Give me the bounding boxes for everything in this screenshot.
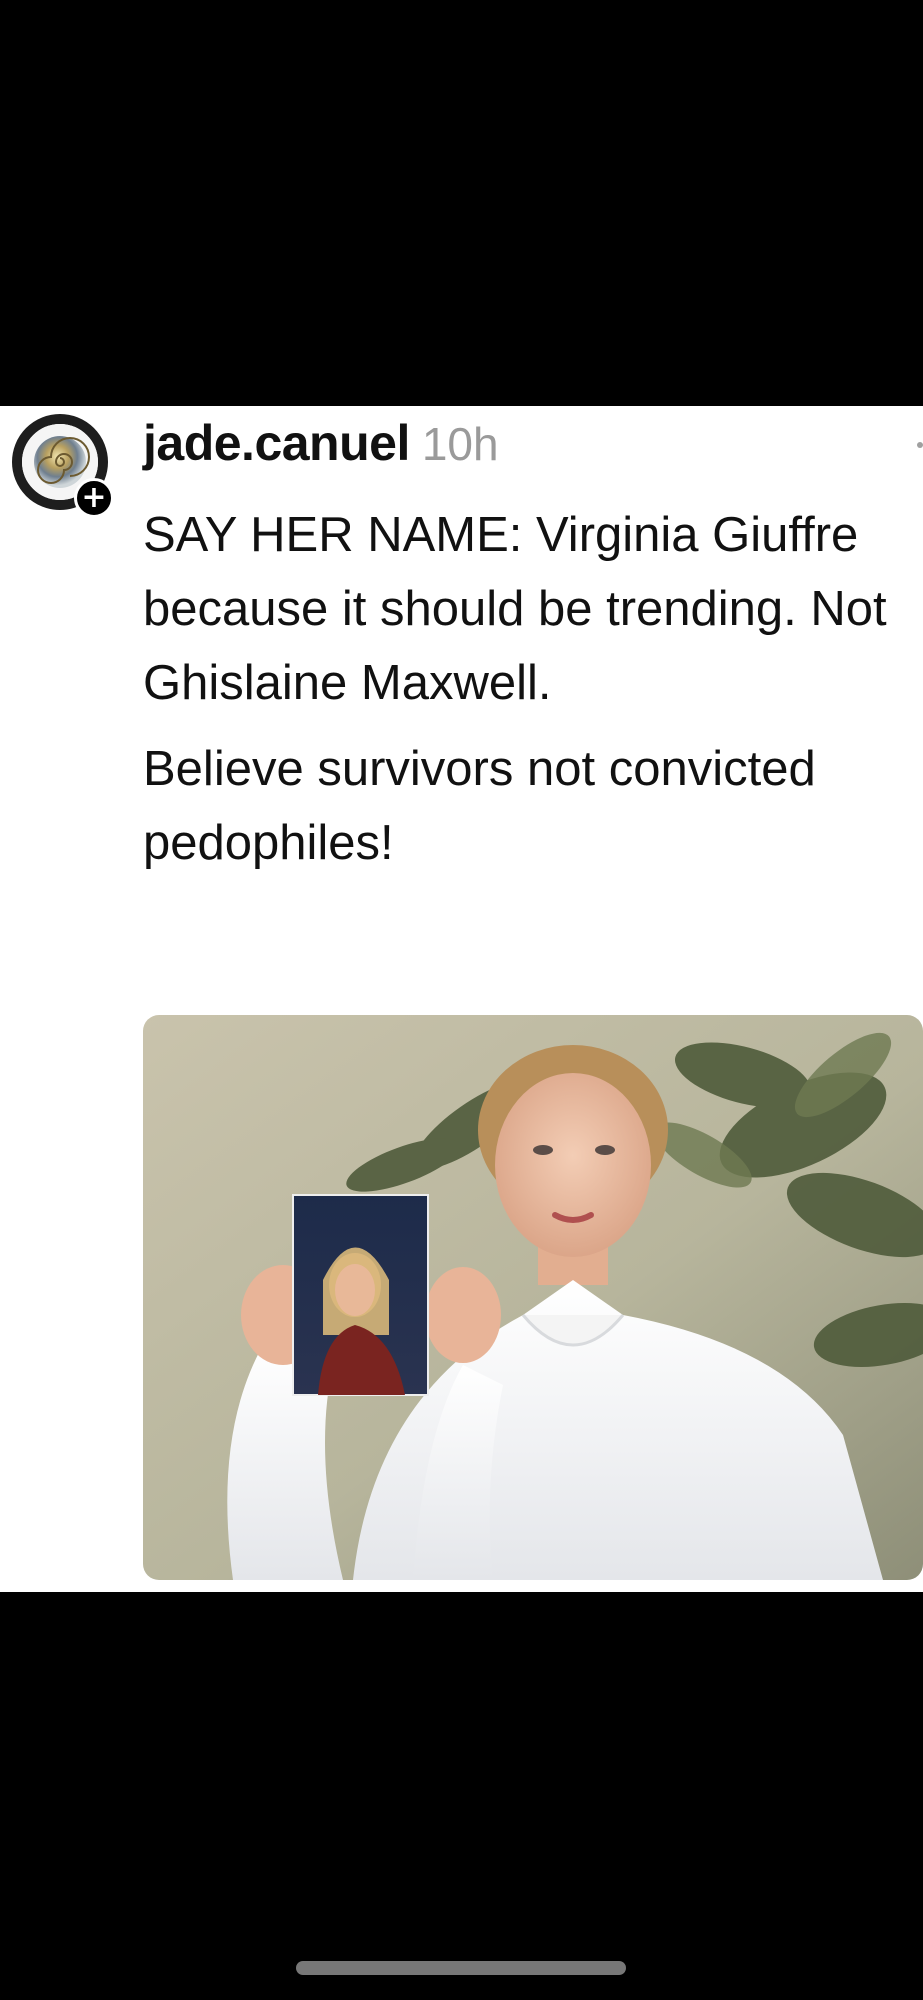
post-paragraph: SAY HER NAME: Virginia Giuffre because i… <box>143 508 887 710</box>
more-options-icon[interactable] <box>917 442 923 448</box>
username-link[interactable]: jade.canuel <box>143 414 410 472</box>
home-indicator[interactable] <box>296 1961 626 1975</box>
plus-icon[interactable]: + <box>74 478 114 518</box>
post-header: jade.canuel 10h <box>143 414 499 474</box>
post-timestamp: 10h <box>421 418 499 470</box>
post-paragraph: Believe survivors not convicted pedophil… <box>143 742 816 870</box>
post-image[interactable] <box>143 1015 923 1580</box>
bottom-letterbox <box>0 1592 923 2000</box>
post-body: SAY HER NAME: Virginia Giuffre because i… <box>143 498 913 880</box>
avatar[interactable]: + <box>12 414 114 518</box>
post-card: + jade.canuel 10h SAY HER NAME: Virginia… <box>0 406 923 1592</box>
top-letterbox <box>0 0 923 406</box>
